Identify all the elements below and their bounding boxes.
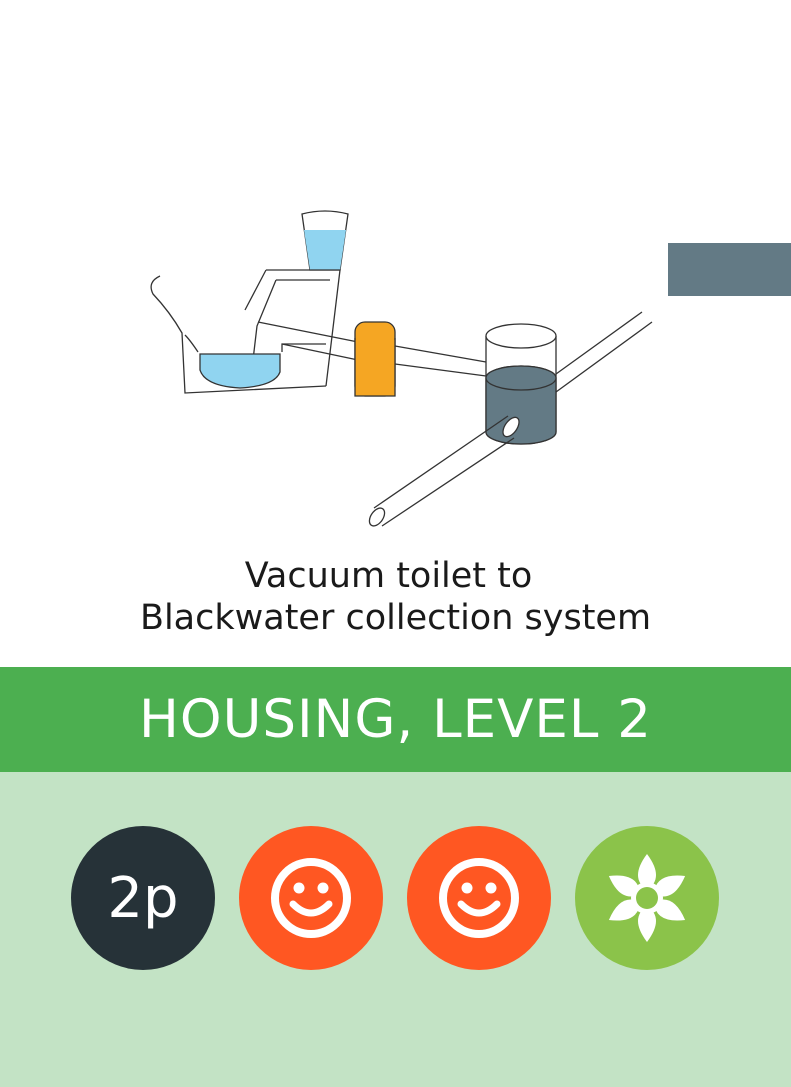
cistern-water: [304, 230, 346, 270]
smiley-icon: [271, 858, 351, 938]
category-banner: HOUSING, LEVEL 2: [0, 667, 791, 772]
smiley-token-2: [407, 826, 551, 970]
flower-icon: [608, 854, 686, 942]
flower-token: [575, 826, 719, 970]
points-label: 2p: [107, 865, 179, 931]
points-token: 2p: [71, 826, 215, 970]
caption-line-2: Blackwater collection system: [139, 598, 652, 638]
toilet-bowl: [199, 353, 281, 389]
outlet-pipe-upper: [555, 311, 653, 393]
card-caption: Vacuum toilet to Blackwater collection s…: [0, 555, 791, 639]
smiley-token-1: [239, 826, 383, 970]
caption-line-1: Vacuum toilet to: [244, 556, 533, 596]
corner-tab: [668, 243, 791, 296]
valve-pipe: [394, 345, 487, 377]
smiley-icon: [439, 858, 519, 938]
